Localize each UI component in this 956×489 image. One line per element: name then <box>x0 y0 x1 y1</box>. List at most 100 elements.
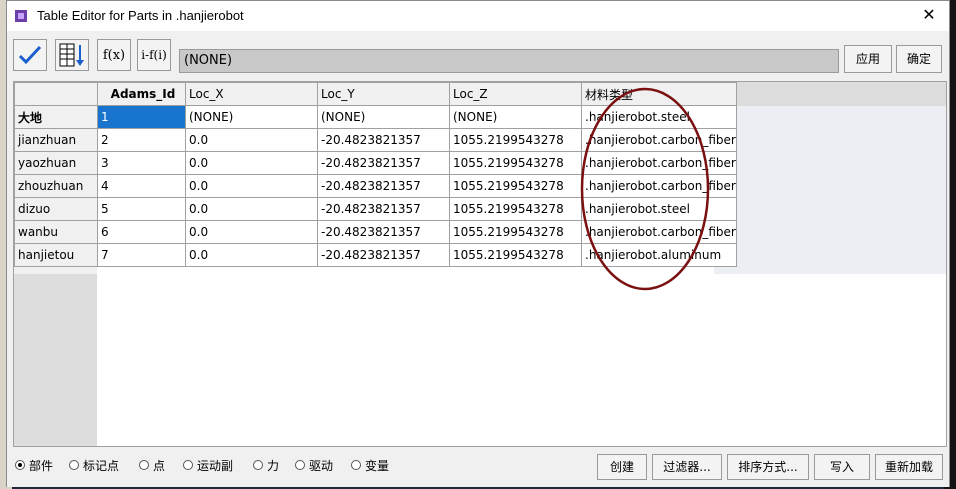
radio-label: 运动副 <box>197 458 234 473</box>
table-cell-loc-x[interactable]: 0.0 <box>185 243 318 267</box>
fi-icon: i-f(i) <box>141 48 167 62</box>
radio-label: 部件 <box>29 458 54 473</box>
table-cell-material[interactable]: .hanjierobot.steel <box>581 105 737 129</box>
table-cell-loc-z[interactable]: 1055.2199543278 <box>449 128 582 152</box>
sort-button[interactable]: 排序方式... <box>727 454 809 480</box>
radio-motions[interactable]: 驱动 <box>295 457 333 473</box>
header-empty-band <box>714 82 946 106</box>
row-header-empty-area <box>14 274 97 446</box>
radio-unselected-icon <box>253 460 263 470</box>
radio-label: 变量 <box>365 458 390 473</box>
radio-unselected-icon <box>139 460 149 470</box>
table-cell-loc-y[interactable]: -20.4823821357 <box>317 174 450 198</box>
corner-header-cell[interactable] <box>14 82 98 106</box>
table-cell-material[interactable]: .hanjierobot.carbon_fiber <box>581 151 737 175</box>
title-bar: Table Editor for Parts in .hanjierobot ✕ <box>7 1 949 31</box>
table-editor-window: Table Editor for Parts in .hanjierobot ✕… <box>6 0 950 487</box>
radio-points[interactable]: 点 <box>139 457 165 473</box>
table-cell-loc-z[interactable]: (NONE) <box>449 105 582 129</box>
table-cell-loc-y[interactable]: (NONE) <box>317 105 450 129</box>
row-header-part-name[interactable]: jianzhuan <box>14 128 98 152</box>
table-cell-adams-id[interactable]: 3 <box>97 151 186 175</box>
adams-app-icon <box>15 10 27 22</box>
table-cell-loc-x[interactable]: 0.0 <box>185 151 318 175</box>
table-row: zhouzhuan 4 0.0 -20.4823821357 1055.2199… <box>14 174 737 198</box>
table-cell-loc-x[interactable]: 0.0 <box>185 174 318 198</box>
table-cell-material[interactable]: .hanjierobot.carbon_fiber <box>581 128 737 152</box>
table-cell-adams-id[interactable]: 2 <box>97 128 186 152</box>
create-button[interactable]: 创建 <box>597 454 647 480</box>
function-fx-button[interactable]: f(x) <box>97 39 131 71</box>
radio-unselected-icon <box>69 460 79 470</box>
row-header-part-name[interactable]: zhouzhuan <box>14 174 98 198</box>
parts-table-area: Adams_Id Loc_X Loc_Y Loc_Z 材料类型 大地 1 (NO… <box>13 81 947 447</box>
table-cell-loc-y[interactable]: -20.4823821357 <box>317 151 450 175</box>
apply-check-button[interactable] <box>13 39 47 71</box>
table-cell-material[interactable]: .hanjierobot.carbon_fiber <box>581 174 737 198</box>
row-header-part-name[interactable]: 大地 <box>14 105 98 129</box>
radio-unselected-icon <box>183 460 193 470</box>
table-cell-loc-y[interactable]: -20.4823821357 <box>317 243 450 267</box>
column-header-loc-z[interactable]: Loc_Z <box>449 82 582 106</box>
radio-selected-icon <box>15 460 25 470</box>
row-header-part-name[interactable]: yaozhuan <box>14 151 98 175</box>
table-cell-loc-z[interactable]: 1055.2199543278 <box>449 197 582 221</box>
toolbar: f(x) i-f(i) (NONE) 应用 确定 <box>7 31 949 77</box>
table-row: wanbu 6 0.0 -20.4823821357 1055.21995432… <box>14 220 737 244</box>
table-cell-material[interactable]: .hanjierobot.steel <box>581 197 737 221</box>
bottom-bar: 部件 标记点 点 运动副 力 驱动 变量 创建 过滤器... 排序方式... 写 <box>7 449 949 487</box>
radio-variables[interactable]: 变量 <box>351 457 389 473</box>
table-cell-adams-id[interactable]: 4 <box>97 174 186 198</box>
radio-unselected-icon <box>351 460 361 470</box>
table-cell-adams-id[interactable]: 7 <box>97 243 186 267</box>
column-fill-button[interactable] <box>55 39 89 71</box>
table-cell-loc-y[interactable]: -20.4823821357 <box>317 128 450 152</box>
table-cell-loc-y[interactable]: -20.4823821357 <box>317 197 450 221</box>
radio-label: 驱动 <box>309 458 334 473</box>
table-cell-loc-x[interactable]: (NONE) <box>185 105 318 129</box>
radio-unselected-icon <box>295 460 305 470</box>
table-cell-adams-id[interactable]: 5 <box>97 197 186 221</box>
table-cell-loc-y[interactable]: -20.4823821357 <box>317 220 450 244</box>
table-row: hanjietou 7 0.0 -20.4823821357 1055.2199… <box>14 243 737 267</box>
apply-button[interactable]: 应用 <box>844 45 892 73</box>
reload-button[interactable]: 重新加载 <box>875 454 943 480</box>
table-cell-loc-z[interactable]: 1055.2199543278 <box>449 220 582 244</box>
window-title: Table Editor for Parts in .hanjierobot <box>37 8 244 23</box>
ok-button[interactable]: 确定 <box>896 45 942 73</box>
radio-label: 标记点 <box>83 458 120 473</box>
radio-label: 点 <box>153 458 166 473</box>
column-header-material-type[interactable]: 材料类型 <box>581 82 737 106</box>
column-header-loc-x[interactable]: Loc_X <box>185 82 318 106</box>
table-cell-loc-x[interactable]: 0.0 <box>185 128 318 152</box>
fx-icon: f(x) <box>102 47 126 63</box>
table-row: yaozhuan 3 0.0 -20.4823821357 1055.21995… <box>14 151 737 175</box>
checkmark-icon <box>18 45 42 65</box>
table-cell-adams-id[interactable]: 6 <box>97 220 186 244</box>
column-header-loc-y[interactable]: Loc_Y <box>317 82 450 106</box>
table-row: 大地 1 (NONE) (NONE) (NONE) .hanjierobot.s… <box>14 105 737 129</box>
radio-parts[interactable]: 部件 <box>15 457 53 473</box>
formula-input[interactable]: (NONE) <box>179 49 839 73</box>
column-header-adams-id[interactable]: Adams_Id <box>97 82 186 106</box>
table-cell-loc-x[interactable]: 0.0 <box>185 197 318 221</box>
grid-fill-icon <box>59 43 84 67</box>
function-fi-button[interactable]: i-f(i) <box>137 39 171 71</box>
table-cell-loc-z[interactable]: 1055.2199543278 <box>449 151 582 175</box>
radio-label: 力 <box>267 458 280 473</box>
close-icon[interactable]: ✕ <box>917 4 941 26</box>
table-cell-material[interactable]: .hanjierobot.carbon_fiber <box>581 220 737 244</box>
row-header-part-name[interactable]: dizuo <box>14 197 98 221</box>
radio-forces[interactable]: 力 <box>253 457 279 473</box>
radio-markers[interactable]: 标记点 <box>69 457 119 473</box>
write-button[interactable]: 写入 <box>814 454 870 480</box>
filter-button[interactable]: 过滤器... <box>652 454 722 480</box>
row-header-part-name[interactable]: hanjietou <box>14 243 98 267</box>
row-header-part-name[interactable]: wanbu <box>14 220 98 244</box>
table-cell-adams-id[interactable]: 1 <box>97 105 186 129</box>
table-cell-loc-x[interactable]: 0.0 <box>185 220 318 244</box>
table-cell-loc-z[interactable]: 1055.2199543278 <box>449 174 582 198</box>
radio-joints[interactable]: 运动副 <box>183 457 233 473</box>
table-cell-loc-z[interactable]: 1055.2199543278 <box>449 243 582 267</box>
table-cell-material[interactable]: .hanjierobot.aluminum <box>581 243 737 267</box>
